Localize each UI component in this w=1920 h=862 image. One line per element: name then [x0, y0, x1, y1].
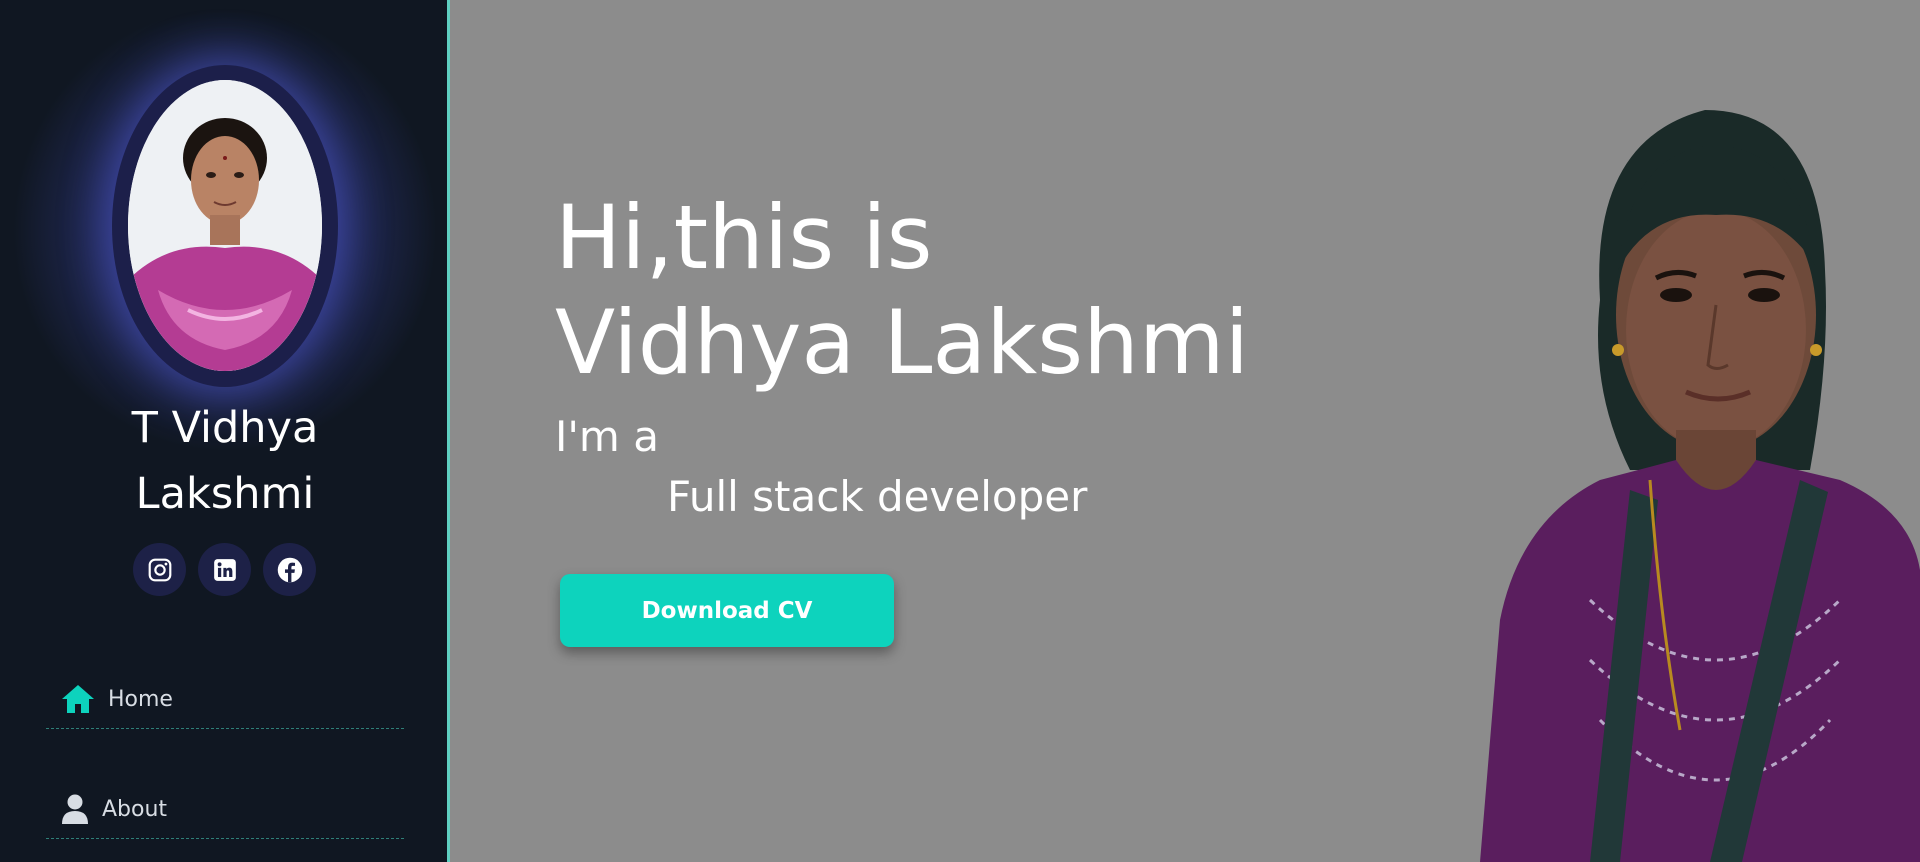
- linkedin-icon: [213, 558, 236, 581]
- hero-role: Full stack developer: [667, 472, 1088, 521]
- page: T Vidhya Lakshmi Home About Hi,this is V…: [0, 0, 1920, 862]
- user-icon: [58, 791, 92, 827]
- instagram-link[interactable]: [133, 543, 186, 596]
- nav-item-about[interactable]: About: [46, 780, 404, 839]
- social-links: [133, 543, 316, 596]
- facebook-icon: [277, 557, 302, 582]
- hero-title: Hi,this is Vidhya Lakshmi: [555, 185, 1249, 395]
- download-cv-button[interactable]: Download CV: [560, 574, 894, 647]
- profile-name: T Vidhya Lakshmi: [0, 395, 450, 527]
- hero-portrait: [1480, 110, 1920, 862]
- profile-name-line2: Lakshmi: [135, 469, 315, 519]
- sidebar: T Vidhya Lakshmi Home About: [0, 0, 450, 862]
- home-icon: [58, 681, 98, 717]
- instagram-icon: [148, 558, 171, 581]
- nav-item-home[interactable]: Home: [46, 670, 404, 729]
- hero-title-line1: Hi,this is: [555, 186, 933, 289]
- profile-photo: [128, 80, 322, 371]
- avatar: [128, 80, 322, 371]
- nav-item-about-label: About: [102, 796, 168, 822]
- nav-item-home-label: Home: [108, 686, 173, 712]
- facebook-link[interactable]: [263, 543, 316, 596]
- hero-intro: I'm a: [555, 412, 659, 461]
- linkedin-link[interactable]: [198, 543, 251, 596]
- hero-title-line2: Vidhya Lakshmi: [555, 291, 1250, 394]
- profile-name-line1: T Vidhya: [131, 403, 319, 453]
